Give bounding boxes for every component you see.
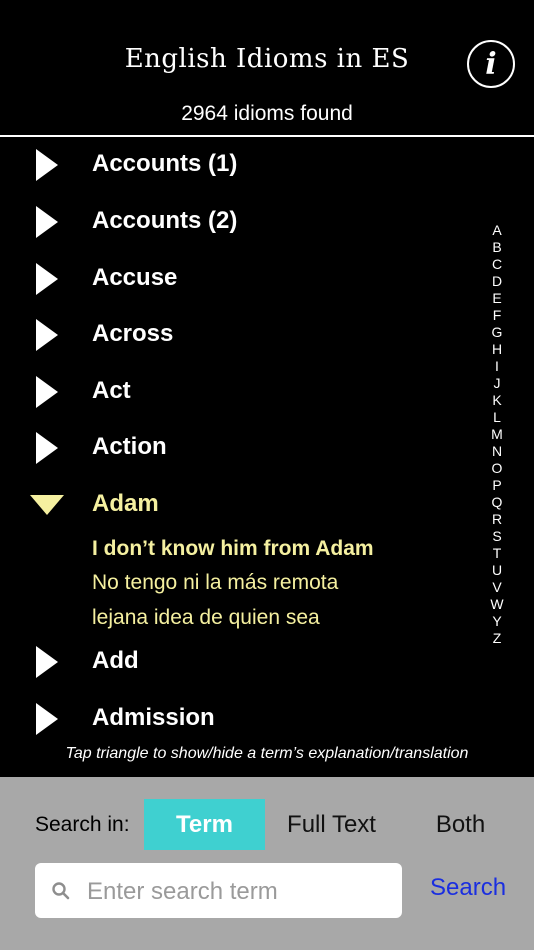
expand-triangle-icon[interactable] (36, 646, 58, 678)
alphabet-letter[interactable]: D (492, 273, 502, 290)
term-label: Adam (92, 490, 159, 517)
term-label: Admission (92, 704, 215, 731)
alphabet-letter[interactable]: J (494, 375, 501, 392)
search-panel: Search in: Term Full Text Both Search (0, 777, 534, 950)
list-item[interactable]: Act (0, 364, 480, 420)
search-button[interactable]: Search (430, 874, 506, 902)
app-title: English Idioms in ES (124, 44, 410, 74)
translation-line-2: lejana idea de quien sea (92, 606, 320, 629)
list-item[interactable]: Accounts (2) (0, 194, 480, 250)
alphabet-letter[interactable]: W (490, 596, 503, 613)
alphabet-letter[interactable]: T (493, 545, 502, 562)
search-field[interactable] (35, 863, 402, 920)
expand-triangle-icon[interactable] (36, 149, 58, 181)
alphabet-letter[interactable]: M (491, 426, 503, 443)
list-item[interactable]: Add (0, 634, 480, 690)
alphabet-letter[interactable]: V (492, 579, 501, 596)
alphabet-letter[interactable]: H (492, 341, 502, 358)
term-label: Act (92, 377, 131, 404)
alphabet-letter[interactable]: A (492, 222, 501, 239)
search-in-label: Search in: (35, 813, 130, 836)
list-item[interactable]: Action (0, 420, 480, 476)
alphabet-letter[interactable]: K (492, 392, 501, 409)
alphabet-letter[interactable]: I (495, 358, 499, 375)
search-icon (52, 882, 70, 900)
alphabet-letter[interactable]: L (493, 409, 501, 426)
idiom-count: 2964 idioms found (181, 102, 353, 125)
expand-triangle-icon[interactable] (36, 319, 58, 351)
expand-triangle-icon[interactable] (36, 206, 58, 238)
list-item[interactable]: Admission (0, 691, 480, 747)
alphabet-letter[interactable]: Y (492, 613, 501, 630)
info-icon[interactable]: i (467, 40, 515, 88)
idiom-text: I don’t know him from Adam (92, 537, 374, 560)
collapse-triangle-icon[interactable] (30, 495, 64, 515)
term-label: Accounts (2) (92, 207, 238, 234)
expand-triangle-icon[interactable] (36, 376, 58, 408)
alphabet-letter[interactable]: R (492, 511, 502, 528)
mode-fulltext-button[interactable]: Full Text (271, 799, 392, 850)
alphabet-letter[interactable]: G (492, 324, 503, 341)
expand-triangle-icon[interactable] (36, 703, 58, 735)
alphabet-letter[interactable]: E (492, 290, 501, 307)
hint-text: Tap triangle to show/hide a term’s expla… (65, 745, 469, 762)
list-item[interactable]: Accounts (1) (0, 137, 480, 193)
alphabet-index[interactable]: ABCDEFGHIJKLMNOPQRSTUVWYZ (488, 222, 506, 647)
term-label: Across (92, 320, 174, 347)
mode-term-button[interactable]: Term (144, 799, 265, 850)
list-item[interactable]: Accuse (0, 251, 480, 307)
search-input[interactable] (85, 863, 399, 920)
alphabet-letter[interactable]: U (492, 562, 502, 579)
alphabet-letter[interactable]: C (492, 256, 502, 273)
term-label: Action (92, 433, 167, 460)
alphabet-letter[interactable]: S (492, 528, 501, 545)
list-item-expanded[interactable]: Adam I don’t know him from Adam No tengo… (0, 477, 480, 637)
translation-line-1: No tengo ni la más remota (92, 571, 339, 594)
mode-both-button[interactable]: Both (400, 799, 521, 850)
expand-triangle-icon[interactable] (36, 432, 58, 464)
alphabet-letter[interactable]: F (493, 307, 502, 324)
alphabet-letter[interactable]: O (492, 460, 503, 477)
term-label: Add (92, 647, 139, 674)
alphabet-letter[interactable]: Z (493, 630, 502, 647)
term-label: Accounts (1) (92, 150, 238, 177)
alphabet-letter[interactable]: B (492, 239, 501, 256)
header: English Idioms in ES i 2964 idioms found (0, 0, 534, 137)
alphabet-letter[interactable]: Q (492, 494, 503, 511)
list-item[interactable]: Across (0, 307, 480, 363)
alphabet-letter[interactable]: P (492, 477, 501, 494)
term-label: Accuse (92, 264, 178, 291)
alphabet-letter[interactable]: N (492, 443, 502, 460)
expand-triangle-icon[interactable] (36, 263, 58, 295)
